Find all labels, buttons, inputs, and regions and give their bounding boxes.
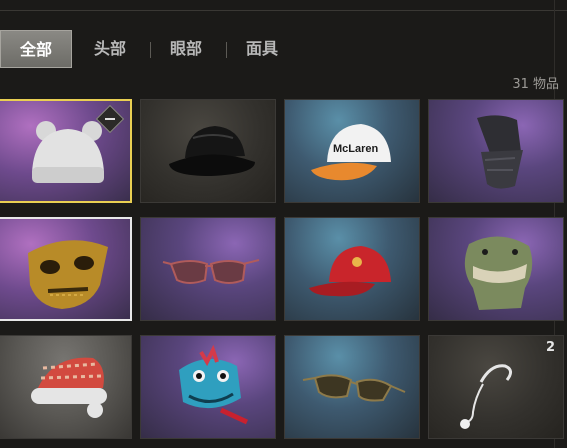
- dinosaur-mask-icon: [464, 236, 533, 310]
- item-red-cap[interactable]: [284, 217, 420, 321]
- tab-mask[interactable]: 面具: [234, 30, 290, 68]
- item-sunglasses[interactable]: [284, 335, 420, 439]
- item-quantity: 2: [545, 340, 555, 355]
- item-aviator-glasses[interactable]: [140, 217, 276, 321]
- red-cap-icon: [309, 246, 391, 297]
- item-gold-skull-mask[interactable]: [0, 217, 132, 321]
- inventory-grid: McLaren 2: [0, 99, 567, 448]
- skull-mask-icon: [28, 240, 108, 309]
- tab-separator: [150, 42, 151, 58]
- santa-hat-icon: [31, 357, 107, 418]
- face-scarf-icon: [477, 115, 523, 189]
- dragon-hood-icon: [179, 344, 249, 425]
- item-santa-hat[interactable]: [0, 335, 132, 439]
- item-count: 31 物品: [512, 77, 559, 92]
- mclaren-logo-text: McLaren: [333, 143, 379, 155]
- category-tabs: 全部 头部 眼部 面具: [0, 30, 567, 70]
- tab-separator: [226, 42, 227, 58]
- aviator-glasses-icon: [162, 259, 260, 284]
- tab-eyes[interactable]: 眼部: [158, 30, 214, 68]
- tab-head[interactable]: 头部: [82, 30, 138, 68]
- item-black-bucket-hat[interactable]: [140, 99, 276, 203]
- item-dinosaur-mask[interactable]: [428, 217, 564, 321]
- item-white-bear-beanie[interactable]: [0, 99, 132, 203]
- sunglasses-icon: [302, 374, 406, 402]
- headset-microphone-icon: [460, 364, 512, 429]
- item-black-face-scarf[interactable]: [428, 99, 564, 203]
- item-mclaren-cap[interactable]: McLaren: [284, 99, 420, 203]
- item-headset-microphone[interactable]: 2: [428, 335, 564, 439]
- item-blue-dragon-hood[interactable]: [140, 335, 276, 439]
- top-divider: [0, 10, 567, 11]
- bucket-hat-icon: [169, 126, 255, 176]
- tab-all[interactable]: 全部: [0, 30, 72, 68]
- mclaren-cap-icon: McLaren: [311, 124, 391, 181]
